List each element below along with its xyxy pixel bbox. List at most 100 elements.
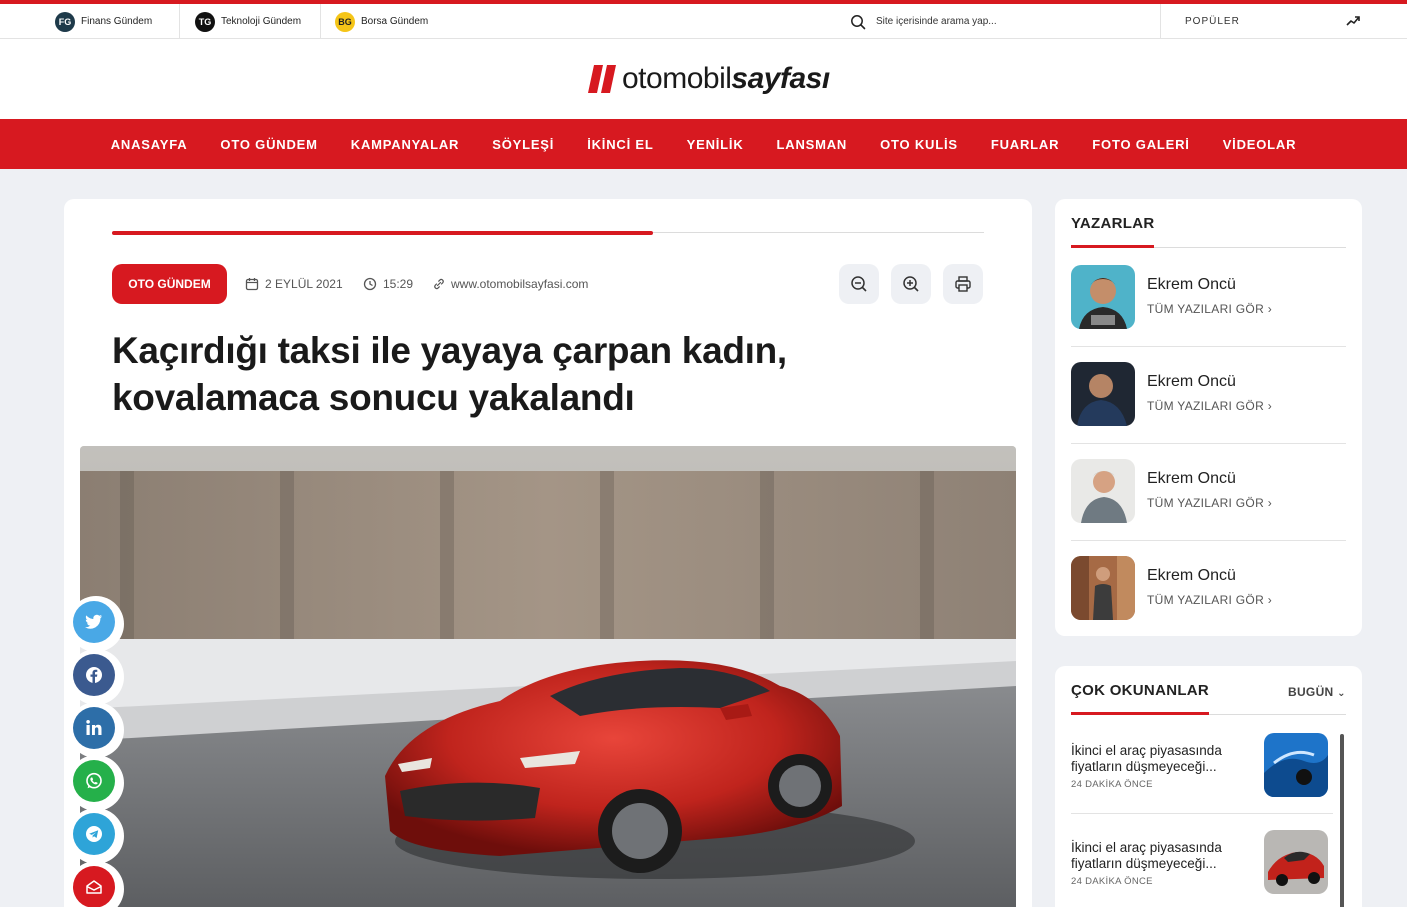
writer-all-posts-link[interactable]: TÜM YAZILARI GÖR ›	[1147, 399, 1272, 413]
writers-title: YAZARLAR	[1071, 215, 1155, 232]
share-telegram[interactable]	[68, 808, 124, 864]
zoom-in-icon	[903, 276, 919, 292]
whatsapp-icon	[73, 760, 115, 802]
news-time: 24 DAKİKA ÖNCE	[1071, 779, 1153, 790]
news-title[interactable]: İkinci el araç piyasasında fiyatların dü…	[1071, 840, 1246, 872]
writer-item[interactable]: Ekrem Oncü TÜM YAZILARI GÖR ›	[1071, 556, 1346, 653]
writer-avatar[interactable]	[1071, 556, 1135, 620]
site-label: Teknoloji Gündem	[221, 16, 302, 27]
print-icon	[955, 276, 971, 292]
nav-item-oto-gundem[interactable]: OTO GÜNDEM	[204, 137, 334, 152]
nav-item-fuarlar[interactable]: FUARLAR	[974, 137, 1075, 152]
divider	[1071, 813, 1333, 814]
writer-name[interactable]: Ekrem Oncü	[1147, 373, 1236, 391]
title-line-1: Kaçırdığı taksi ile yayaya çarpan kadın,	[112, 330, 787, 371]
zoom-out-button[interactable]	[839, 264, 879, 304]
news-thumbnail[interactable]	[1264, 830, 1328, 894]
search-icon	[851, 14, 866, 29]
header: otomobil sayfası	[0, 39, 1407, 119]
writer-item[interactable]: Ekrem Oncü TÜM YAZILARI GÖR ›	[1071, 362, 1346, 459]
writer-all-posts-link[interactable]: TÜM YAZILARI GÖR ›	[1147, 302, 1272, 316]
most-read-panel: ÇOK OKUNANLAR BUGÜN ⌄ İkinci el araç piy…	[1055, 666, 1362, 907]
divider	[1071, 346, 1346, 347]
nav-item-anasayfa[interactable]: ANASAYFA	[94, 137, 204, 152]
most-read-title: ÇOK OKUNANLAR	[1071, 682, 1210, 699]
linkedin-icon	[73, 707, 115, 749]
news-time: 24 DAKİKA ÖNCE	[1071, 876, 1153, 887]
most-read-item[interactable]: İkinci el araç piyasasında fiyatların dü…	[1071, 733, 1333, 830]
time-text: 15:29	[383, 277, 414, 291]
writer-link-label: TÜM YAZILARI GÖR	[1147, 593, 1265, 607]
print-button[interactable]	[943, 264, 983, 304]
twitter-icon	[73, 601, 115, 643]
search-input[interactable]: Site içerisinde arama yap...	[850, 4, 997, 39]
calendar-icon	[245, 278, 259, 291]
article-date: 2 EYLÜL 2021	[245, 264, 343, 304]
writer-link-label: TÜM YAZILARI GÖR	[1147, 302, 1265, 316]
nav-item-kampanyalar[interactable]: KAMPANYALAR	[334, 137, 475, 152]
writer-avatar[interactable]	[1071, 459, 1135, 523]
article-title: Kaçırdığı taksi ile yayaya çarpan kadın,…	[112, 327, 932, 421]
scrollbar[interactable]	[1340, 734, 1344, 907]
zoom-in-button[interactable]	[891, 264, 931, 304]
top-bar: FG Finans Gündem TG Teknoloji Gündem BG …	[0, 4, 1407, 39]
writer-link-label: TÜM YAZILARI GÖR	[1147, 496, 1265, 510]
news-title[interactable]: İkinci el araç piyasasında fiyatların dü…	[1071, 743, 1246, 775]
divider	[1160, 4, 1161, 39]
site-logo[interactable]: otomobil sayfası	[588, 59, 830, 99]
writer-name[interactable]: Ekrem Oncü	[1147, 567, 1236, 585]
news-thumbnail[interactable]	[1264, 733, 1328, 797]
share-facebook[interactable]	[68, 649, 124, 705]
nav-item-foto-galeri[interactable]: FOTO GALERİ	[1076, 137, 1206, 152]
site-link-borsa[interactable]: BG Borsa Gündem	[335, 4, 428, 39]
facebook-icon	[73, 654, 115, 696]
share-twitter[interactable]	[68, 596, 124, 652]
divider	[1071, 540, 1346, 541]
hero-image	[80, 446, 1016, 907]
writer-name[interactable]: Ekrem Oncü	[1147, 276, 1236, 294]
logo-mark-icon	[588, 65, 616, 93]
site-link-finans[interactable]: FG Finans Gündem	[55, 4, 152, 39]
chevron-right-icon: ›	[1267, 302, 1272, 316]
site-label: Finans Gündem	[81, 16, 153, 27]
nav-item-oto-kulis[interactable]: OTO KULİS	[864, 137, 975, 152]
search-placeholder: Site içerisinde arama yap...	[876, 16, 997, 27]
writer-item[interactable]: Ekrem Oncü TÜM YAZILARI GÖR ›	[1071, 459, 1346, 556]
zoom-out-icon	[851, 276, 867, 292]
nav-item-lansman[interactable]: LANSMAN	[760, 137, 864, 152]
divider	[1071, 443, 1346, 444]
trending-icon[interactable]	[1345, 13, 1361, 29]
writer-name[interactable]: Ekrem Oncü	[1147, 470, 1236, 488]
title-accent	[1071, 712, 1209, 715]
writer-all-posts-link[interactable]: TÜM YAZILARI GÖR ›	[1147, 496, 1272, 510]
chevron-right-icon: ›	[1267, 496, 1272, 510]
logo-text-otomobil: otomobil	[622, 62, 732, 95]
article-card: OTO GÜNDEM 2 EYLÜL 2021 15:29 www.otomob…	[64, 199, 1032, 907]
nav-item-ikinci-el[interactable]: İKİNCİ EL	[571, 137, 670, 152]
article-source[interactable]: www.otomobilsayfasi.com	[433, 264, 588, 304]
most-read-item[interactable]: İkinci el araç piyasasında fiyatların dü…	[1071, 830, 1333, 907]
writer-link-label: TÜM YAZILARI GÖR	[1147, 399, 1265, 413]
site-label: Borsa Gündem	[361, 16, 429, 27]
popular-label: POPÜLER	[1185, 16, 1240, 27]
period-value: BUGÜN	[1288, 685, 1334, 699]
site-link-teknoloji[interactable]: TG Teknoloji Gündem	[195, 4, 301, 39]
writer-all-posts-link[interactable]: TÜM YAZILARI GÖR ›	[1147, 593, 1272, 607]
writer-item[interactable]: Ekrem Oncü TÜM YAZILARI GÖR ›	[1071, 265, 1346, 362]
telegram-icon	[73, 813, 115, 855]
nav-item-soylesi[interactable]: SÖYLEŞİ	[476, 137, 571, 152]
period-dropdown[interactable]: BUGÜN ⌄	[1288, 685, 1346, 699]
site-badge: BG	[335, 11, 355, 32]
link-icon	[434, 278, 444, 290]
writer-avatar[interactable]	[1071, 265, 1135, 329]
category-button[interactable]: OTO GÜNDEM	[112, 264, 227, 304]
nav-item-yenilik[interactable]: YENİLİK	[670, 137, 760, 152]
writers-panel: YAZARLAR Ekrem Oncü TÜM YAZILARI GÖR › E…	[1055, 199, 1362, 636]
source-text: www.otomobilsayfasi.com	[451, 277, 589, 291]
share-linkedin[interactable]	[68, 702, 124, 758]
popular-button[interactable]: POPÜLER	[1185, 4, 1240, 39]
chevron-down-icon: ⌄	[1337, 688, 1346, 699]
nav-item-videolar[interactable]: VİDEOLAR	[1206, 137, 1313, 152]
share-whatsapp[interactable]	[68, 755, 124, 811]
writer-avatar[interactable]	[1071, 362, 1135, 426]
